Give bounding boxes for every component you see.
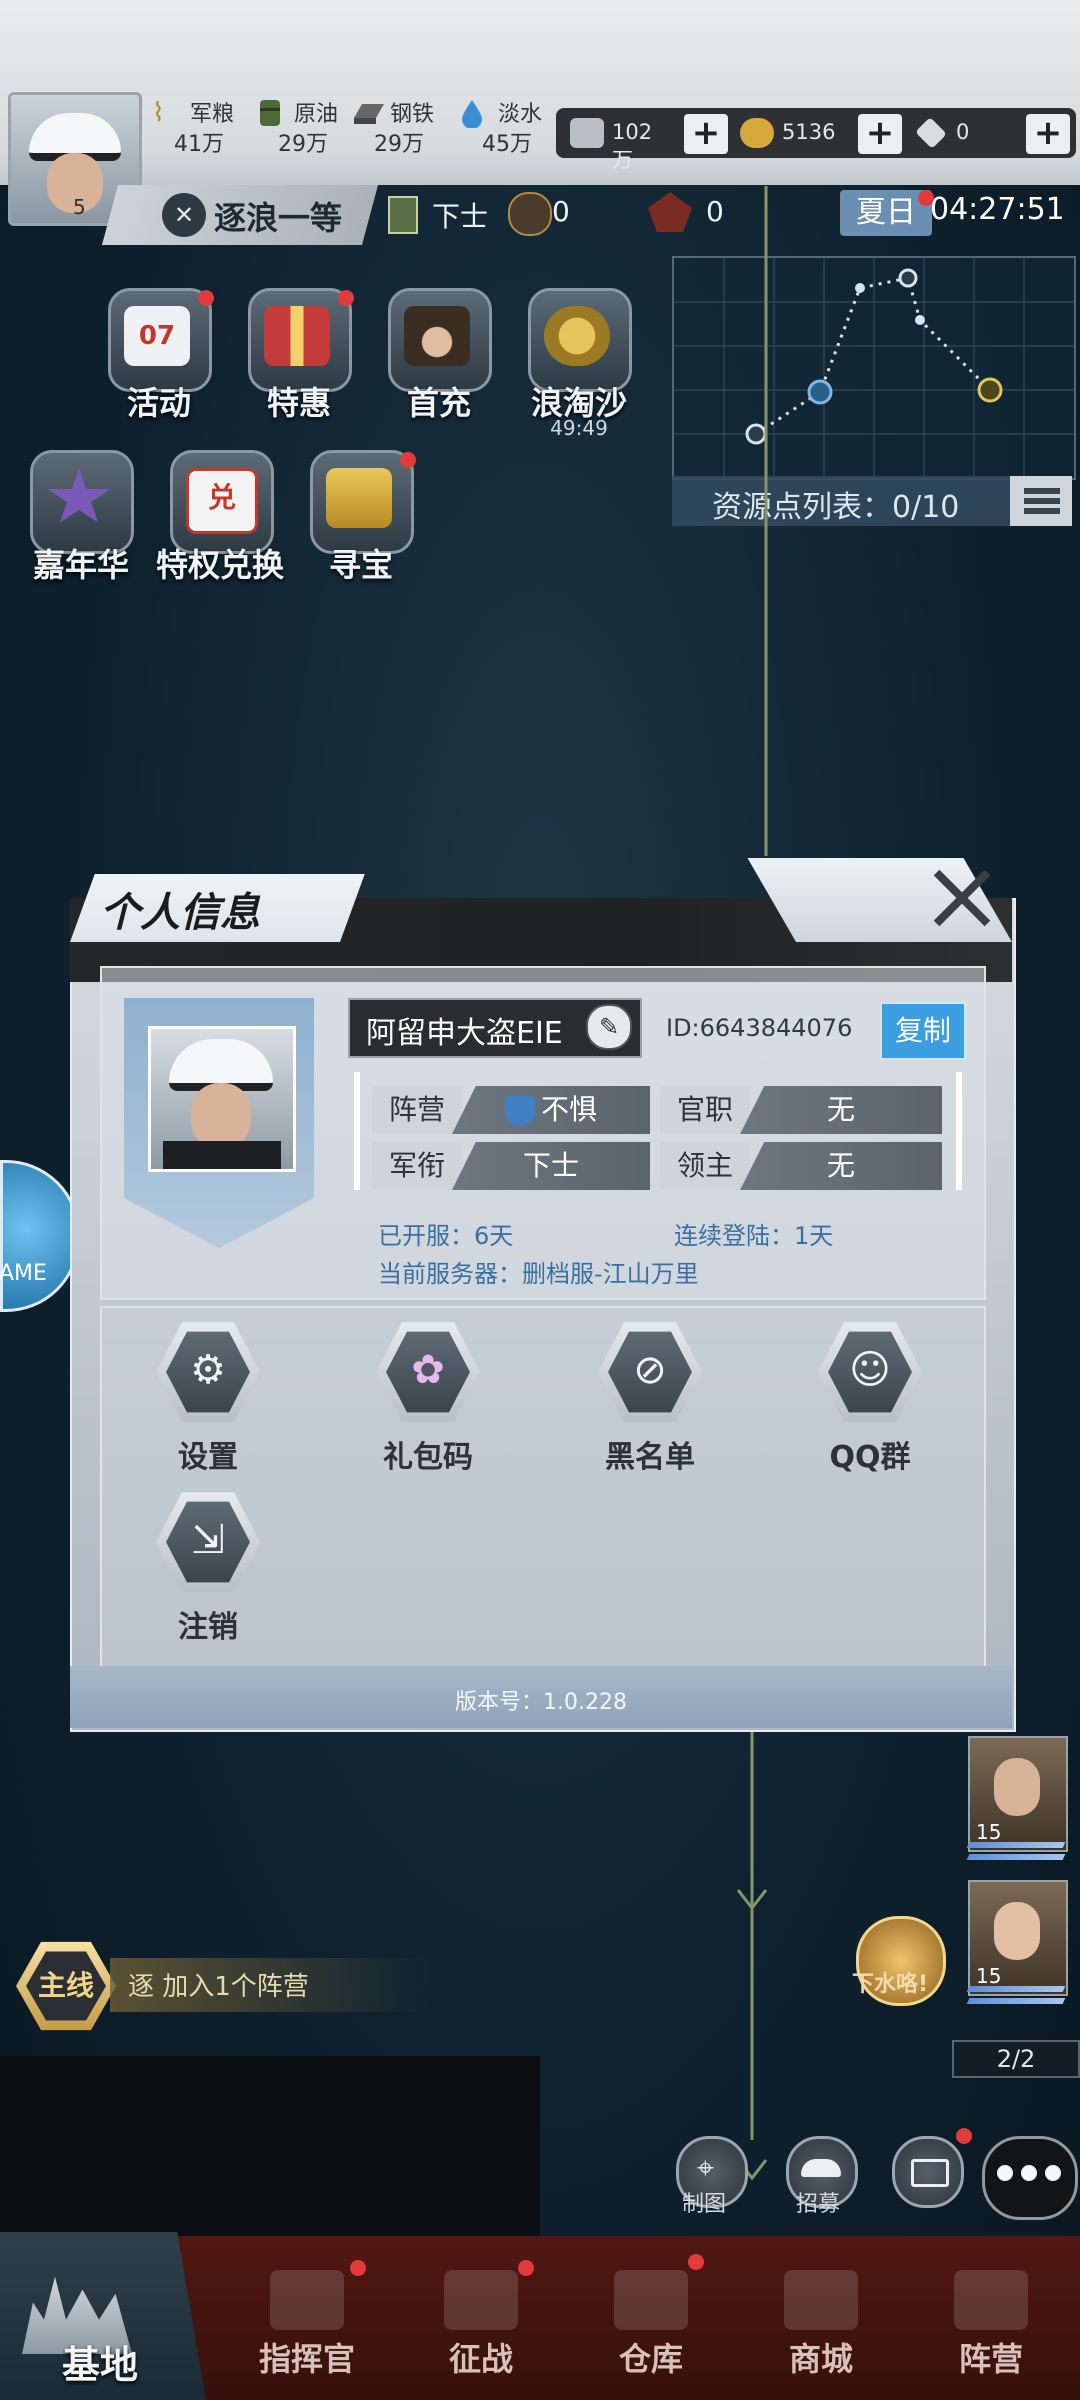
stat-row-camp-office: 阵营 不惧 官职 无 — [372, 1086, 952, 1136]
mail-button[interactable] — [892, 2136, 964, 2208]
blacklist-button[interactable]: ⊘ 黑名单 — [580, 1320, 720, 1475]
more-dots-icon — [997, 2165, 1013, 2181]
gift-code-button[interactable]: ✿ 礼包码 — [358, 1320, 498, 1475]
mail-icon — [911, 2159, 949, 2187]
stats-frame — [354, 1072, 360, 1190]
player-name: 阿留申大盗EIE — [366, 1016, 563, 1051]
notification-dot — [350, 2260, 366, 2276]
warship-icon — [444, 2270, 518, 2330]
version-number: 版本号：1.0.228 — [455, 1690, 627, 1715]
notification-dot — [956, 2128, 972, 2144]
notification-dot — [688, 2254, 704, 2270]
office-label: 官职 — [660, 1086, 750, 1134]
hero-status-bars — [966, 1986, 1066, 2010]
cartography-label: 制图 — [682, 2192, 727, 2217]
lord-label: 领主 — [660, 1142, 750, 1190]
shop-icon — [784, 2270, 858, 2330]
nav-base-label: 基地 — [62, 2343, 139, 2387]
gears-icon: ⚙ — [190, 1347, 226, 1393]
dialog-title: 个人信息 — [100, 890, 260, 936]
camp-value: 不惧 — [452, 1086, 650, 1134]
more-button[interactable] — [982, 2136, 1078, 2220]
consecutive-login-days: 连续登陆：1天 — [674, 1222, 834, 1250]
logout-icon: ⇲ — [191, 1517, 225, 1563]
stat-row-rank-lord: 军衔 下士 领主 无 — [372, 1142, 952, 1192]
qq-group-button[interactable]: ☺ QQ群 — [800, 1320, 940, 1475]
camp-label: 阵营 — [372, 1086, 462, 1134]
nav-item-warehouse[interactable]: 仓库 — [576, 2254, 726, 2390]
stats-frame — [956, 1072, 962, 1190]
player-id: ID:6643844076 — [666, 1014, 853, 1042]
nav-item-campaign[interactable]: 征战 — [406, 2260, 556, 2390]
office-value: 无 — [740, 1086, 942, 1134]
block-user-icon: ⊘ — [633, 1347, 667, 1393]
hero-card[interactable]: 15 — [968, 1736, 1068, 1852]
dive-label: 下水咯! — [852, 1972, 929, 1997]
notification-dot — [518, 2260, 534, 2276]
nav-item-camp[interactable]: 阵营 — [916, 2260, 1066, 2390]
profile-avatar[interactable] — [148, 1026, 296, 1172]
personal-info-dialog: 个人信息 阿留申大盗EIE ✎ ID:6643844076 复制 阵营 不惧 官… — [70, 858, 1016, 1732]
nav-item-commander[interactable]: 指挥官 — [232, 2260, 382, 2390]
edit-name-icon[interactable]: ✎ — [586, 1004, 632, 1050]
settings-button[interactable]: ⚙ 设置 — [138, 1320, 278, 1475]
qq-penguin-icon: ☺ — [849, 1347, 891, 1393]
copy-id-button[interactable]: 复制 — [880, 1002, 966, 1060]
server-open-days: 已开服：6天 — [378, 1222, 514, 1250]
commander-icon — [270, 2270, 344, 2330]
quest-text: 逐 加入1个阵营 — [128, 1972, 309, 2002]
recruit-label: 招募 — [796, 2192, 841, 2217]
officer-cap-icon — [801, 2159, 841, 2177]
close-icon[interactable] — [930, 866, 994, 930]
lord-value: 无 — [740, 1142, 942, 1190]
hero-card[interactable]: 15 — [968, 1880, 1068, 1996]
gift-bag-icon: ✿ — [411, 1347, 445, 1393]
hero-page-indicator: 2/2 — [952, 2040, 1080, 2078]
current-server: 当前服务器：删档服-江山万里 — [378, 1260, 699, 1288]
rank-label: 军衔 — [372, 1142, 462, 1190]
rank-value: 下士 — [452, 1142, 650, 1190]
camp-emblem-icon — [504, 1096, 535, 1126]
compass-icon: ⌖ — [697, 2151, 714, 2186]
hero-status-bars — [966, 1842, 1066, 1866]
chat-area — [0, 2056, 540, 2236]
nav-item-shop[interactable]: 商城 — [746, 2260, 896, 2390]
camp-emblem-icon — [954, 2270, 1028, 2330]
warehouse-icon — [614, 2270, 688, 2330]
logout-button[interactable]: ⇲ 注销 — [138, 1490, 278, 1645]
